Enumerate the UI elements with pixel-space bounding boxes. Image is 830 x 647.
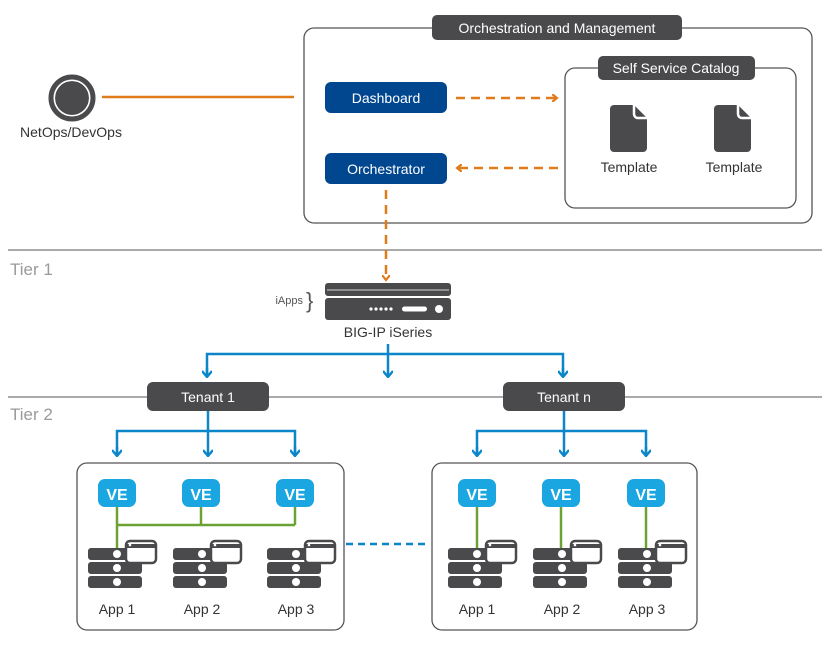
window-icon [124, 539, 158, 565]
tenant-group: Tenant 1 VE VE VE App 1 App 2 App 3 [76, 382, 345, 631]
ve-label: VE [635, 487, 657, 504]
ve-badge[interactable]: VE [276, 479, 314, 507]
ve-badge[interactable]: VE [98, 479, 136, 507]
appliance-icon [325, 283, 451, 320]
orchestrator-button[interactable]: Orchestrator [325, 153, 447, 184]
ve-label: VE [466, 487, 488, 504]
window-icon [654, 539, 688, 565]
app-server[interactable]: App 2 [173, 539, 243, 617]
app-label: App 2 [184, 601, 221, 617]
architecture-diagram: Tier 1 Tier 2 NetOps/DevOps Orchestratio… [8, 15, 822, 631]
window-icon [209, 539, 243, 565]
actor-label: NetOps/DevOps [20, 124, 122, 140]
tenant-badge[interactable]: Tenant 1 [147, 382, 269, 411]
iapps-brace: } [306, 288, 313, 313]
template-label: Template [601, 159, 658, 175]
orchestration-title: Orchestration and Management [459, 20, 656, 36]
template-label: Template [706, 159, 763, 175]
ve-badge[interactable]: VE [182, 479, 220, 507]
bigip-label: BIG-IP iSeries [344, 324, 432, 340]
ve-label: VE [106, 487, 128, 504]
catalog-container [564, 67, 797, 209]
iapps-label: iApps [275, 295, 303, 307]
app-server[interactable]: App 1 [88, 539, 158, 617]
tenant-distribution-lines [477, 411, 646, 455]
app-server[interactable]: App 1 [448, 539, 518, 617]
template-item[interactable]: Template [706, 105, 763, 175]
ve-label: VE [284, 487, 306, 504]
orchestrator-label: Orchestrator [347, 161, 425, 177]
tier2-label: Tier 2 [10, 405, 53, 424]
bigip-device[interactable]: BIG-IP iSeries [325, 283, 451, 340]
tenant-distribution-lines [117, 411, 295, 455]
ve-label: VE [190, 487, 212, 504]
app-label: App 1 [99, 601, 136, 617]
window-icon [569, 539, 603, 565]
document-icon [610, 105, 647, 152]
ve-label: VE [550, 487, 572, 504]
tenant-badge[interactable]: Tenant n [503, 382, 625, 411]
dashboard-button[interactable]: Dashboard [325, 82, 447, 113]
app-server[interactable]: App 3 [618, 539, 688, 617]
catalog-title: Self Service Catalog [613, 60, 740, 76]
tenant-label: Tenant 1 [181, 389, 235, 405]
app-server[interactable]: App 3 [267, 539, 337, 617]
app-label: App 2 [544, 601, 581, 617]
app-server[interactable]: App 2 [533, 539, 603, 617]
app-label: App 1 [459, 601, 496, 617]
app-label: App 3 [629, 601, 666, 617]
document-icon [714, 105, 751, 152]
ve-badge[interactable]: VE [627, 479, 665, 507]
window-icon [484, 539, 518, 565]
bigip-distribution-lines [207, 344, 563, 376]
tenant-label: Tenant n [537, 389, 591, 405]
tier1-label: Tier 1 [10, 260, 53, 279]
user-icon [48, 74, 96, 122]
template-item[interactable]: Template [601, 105, 658, 175]
tenants: Tenant 1 VE VE VE App 1 App 2 App 3 Tenant n VE V… [76, 382, 698, 631]
ve-badge[interactable]: VE [458, 479, 496, 507]
tenant-group: Tenant n VE VE VE App 1 App 2 App 3 [431, 382, 698, 631]
app-label: App 3 [278, 601, 315, 617]
dashboard-label: Dashboard [352, 90, 421, 106]
ve-badge[interactable]: VE [542, 479, 580, 507]
actor: NetOps/DevOps [20, 74, 122, 140]
window-icon [303, 539, 337, 565]
